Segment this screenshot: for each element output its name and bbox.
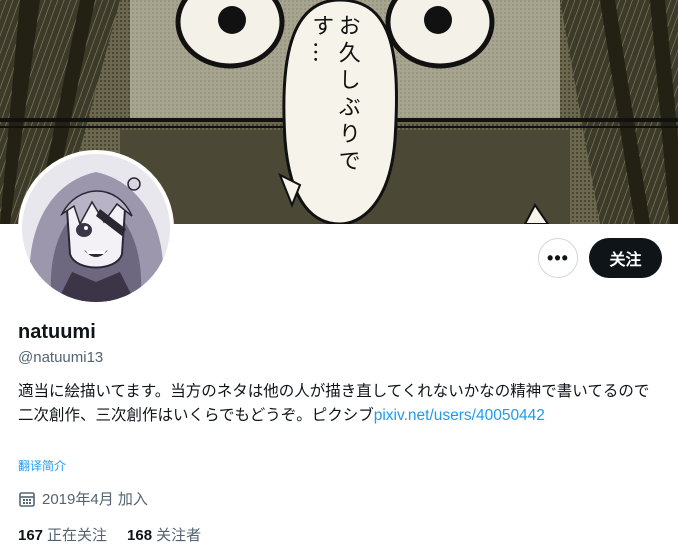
translate-bio-link[interactable]: 翻译简介 [18,457,66,474]
follow-button[interactable]: 关注 [589,238,662,278]
calendar-icon [19,491,35,507]
banner-speech-text: お久しぶりです… [308,14,360,176]
followers-link[interactable]: 168 关注者 [127,524,201,545]
followers-count: 168 [127,527,153,544]
profile-bio: 適当に絵描いてます。当方のネタは他の人が描き直してくれないかなの精神で書いてるの… [18,380,663,428]
more-icon: ••• [547,247,569,268]
bio-text: 適当に絵描いてます。当方のネタは他の人が描き直してくれないかなの精神で書いてるの… [18,383,650,424]
following-link[interactable]: 167 正在关注 [18,524,107,545]
avatar-illustration [22,154,170,302]
user-handle: @natuumi13 [18,349,104,366]
more-options-button[interactable]: ••• [538,238,578,278]
bio-link[interactable]: pixiv.net/users/40050442 [374,407,545,424]
following-count: 167 [18,527,44,544]
follow-button-label: 关注 [609,252,642,269]
join-date-text: 2019年4月 加入 [42,491,148,508]
followers-label: 关注者 [156,527,202,544]
following-label: 正在关注 [47,527,108,544]
join-date: 2019年4月 加入 [18,488,148,509]
follow-stats: 167 正在关注 168 关注者 [18,524,201,545]
display-name: natuumi [18,321,96,343]
avatar[interactable] [18,150,174,306]
